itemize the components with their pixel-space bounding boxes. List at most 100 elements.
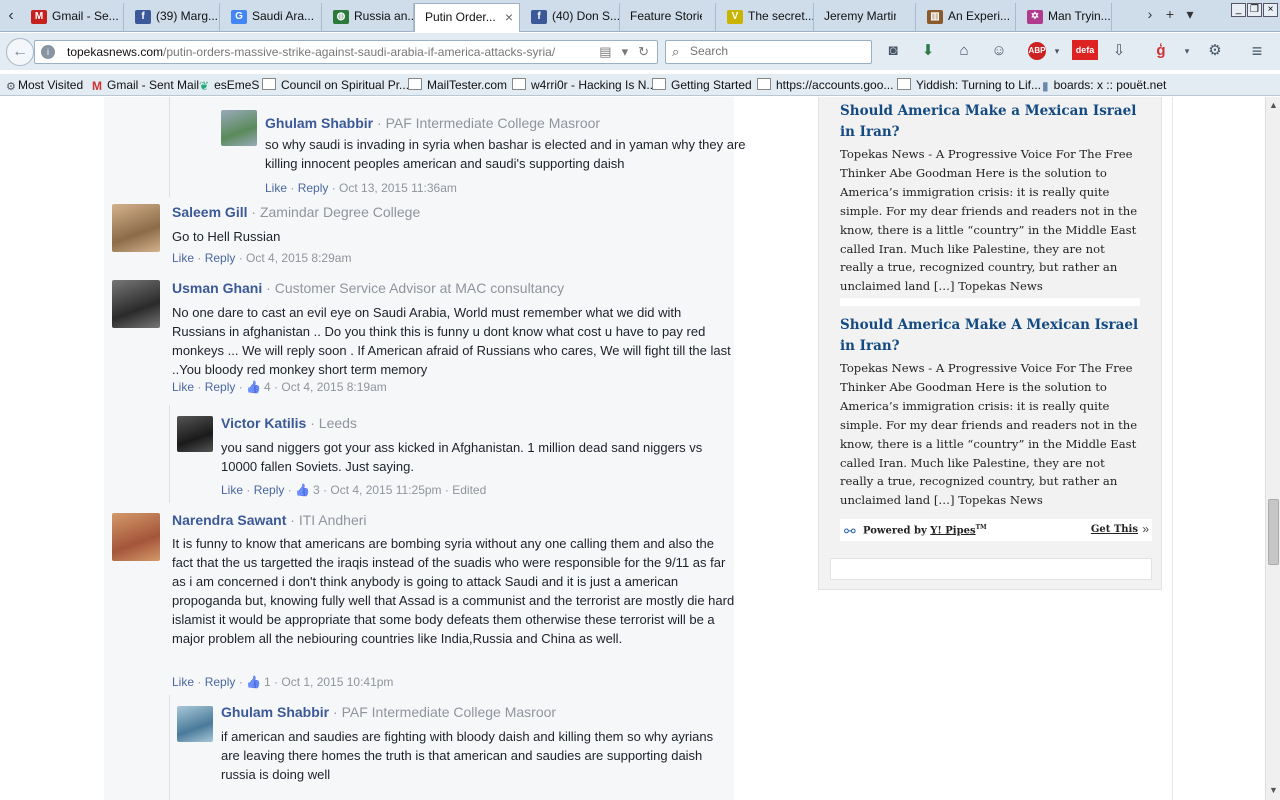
bookmark-item[interactable]: ❦ esEmeS [199,78,259,93]
tab-list-dropdown-button[interactable]: ▾ [1180,6,1200,23]
yahoo-pipes-link[interactable]: Y! Pipes [930,525,975,536]
commenter-name-link[interactable]: Victor Katilis [221,415,306,431]
bookmark-item[interactable]: ▮ boards: x :: pouët.net [1042,78,1166,93]
like-link[interactable]: Like [172,251,194,265]
menu-icon[interactable]: ≡ [1246,40,1268,62]
restore-button[interactable]: ❐ [1247,3,1262,17]
page-scrollbar[interactable]: ▲ ▼ [1265,97,1280,800]
tab-scroll-right-button[interactable]: › [1140,6,1160,22]
tab[interactable]: G Saudi Ara... [220,3,322,32]
reader-view-icon[interactable]: ▤ [599,44,611,59]
separator-dot: · [247,204,260,220]
url-dropdown-icon[interactable]: ▾ [622,44,629,59]
commenter-name-link[interactable]: Saleem Gill [172,204,247,220]
reply-link[interactable]: Reply [298,181,329,195]
avatar[interactable] [177,706,213,742]
adblock-icon[interactable]: ABP [1028,42,1046,60]
url-bar[interactable]: i topekasnews.com/putin-orders-massive-s… [34,40,658,64]
tab[interactable]: ✡ Man Tryin... [1016,3,1112,32]
minimize-button[interactable]: _ [1231,3,1246,17]
comment-header: Ghulam Shabbir · PAF Intermediate Colleg… [265,115,600,131]
commenter-affiliation-link[interactable]: Zamindar Degree College [260,204,420,220]
tab[interactable]: ◍ Russia an... [322,3,414,32]
tab-close-icon[interactable]: × [505,4,513,31]
commenter-affiliation-link[interactable]: PAF Intermediate College Masroor [386,115,601,131]
bookmark-item[interactable]: https://accounts.goo... [757,78,893,92]
powered-by-text: Powered by Y! PipesTM [863,524,987,536]
commenter-name-link[interactable]: Ghulam Shabbir [221,704,329,720]
pocket-icon[interactable]: ◙ [882,40,904,62]
bookmark-item[interactable]: Council on Spiritual Pr... [262,78,409,92]
bookmark-item[interactable]: w4rri0r - Hacking Is N... [512,78,656,92]
tab[interactable]: ▥ An Experi... [916,3,1016,32]
scroll-thumb[interactable] [1268,499,1279,565]
avatar[interactable] [221,110,257,146]
close-window-button[interactable]: × [1263,3,1278,17]
g-addon-icon[interactable]: ģ [1150,40,1172,62]
url-text[interactable]: topekasnews.com/putin-orders-massive-str… [67,45,555,59]
like-link[interactable]: Like [172,380,194,394]
commenter-affiliation-link[interactable]: PAF Intermediate College Masroor [342,704,557,720]
tab[interactable]: f (39) Marg... [124,3,220,32]
tab-scroll-left-button[interactable]: ‹ [2,6,20,26]
avatar[interactable] [112,204,160,252]
search-bar[interactable]: ⌕ [665,40,872,64]
chat-icon[interactable]: ☺ [988,40,1010,62]
bookmark-item[interactable]: ⚙ Most Visited [6,78,83,93]
new-tab-button[interactable]: + [1160,6,1180,22]
reply-link[interactable]: Reply [205,380,236,394]
tab[interactable]: V The secret... [716,3,814,32]
back-button[interactable]: ← [6,38,34,66]
tab[interactable]: f (40) Don S... [520,3,620,32]
comment-timestamp-link[interactable]: Oct 4, 2015 11:25pm [330,483,441,497]
like-link[interactable]: Like [221,483,243,497]
reply-link[interactable]: Reply [254,483,285,497]
bookmark-label: MailTester.com [427,78,508,92]
adblock-dropdown-icon[interactable]: ▾ [1046,40,1068,62]
bookmark-item[interactable]: M Gmail - Sent Mail [92,78,199,93]
extension-icon[interactable]: ⚙ [1204,40,1226,62]
tab[interactable]: Feature Stories [620,3,716,32]
bookmark-item[interactable]: MailTester.com [408,78,507,92]
reply-link[interactable]: Reply [205,675,236,689]
feed-item-title[interactable]: Should America Make A Mexican Israel in … [840,315,1140,357]
tab-strip: ‹ M Gmail - Se... f (39) Marg... G Saudi Ara.… [0,0,1280,32]
trademark-mark: TM [975,524,987,531]
scroll-up-icon[interactable]: ▲ [1268,100,1279,111]
avatar[interactable] [177,416,213,452]
commenter-name-link[interactable]: Ghulam Shabbir [265,115,373,131]
page-viewport: Ghulam Shabbir · PAF Intermediate Colleg… [0,97,1265,800]
like-link[interactable]: Like [265,181,287,195]
avatar[interactable] [112,513,160,561]
tab-active[interactable]: Putin Order... × [414,3,520,32]
reply-link[interactable]: Reply [205,251,236,265]
home-icon[interactable]: ⌂ [953,40,975,62]
download-status-icon[interactable]: ⬇ [917,40,939,62]
search-input[interactable] [690,44,860,58]
commenter-name-link[interactable]: Usman Ghani [172,280,262,296]
tab[interactable]: Jeremy Martin [814,3,916,32]
book-icon: ▥ [927,10,943,24]
defa-icon[interactable]: defa [1072,40,1098,60]
comment-timestamp-link[interactable]: Oct 13, 2015 11:36am [339,181,457,195]
commenter-affiliation-link[interactable]: Leeds [319,415,357,431]
scroll-down-icon[interactable]: ▼ [1268,785,1279,796]
commenter-affiliation-link[interactable]: Customer Service Advisor at MAC consulta… [275,280,564,296]
bookmark-item[interactable]: Getting Started [652,78,752,92]
like-link[interactable]: Like [172,675,194,689]
feed-item-title[interactable]: Should America Make a Mexican Israel in … [840,101,1140,143]
comment-text: No one dare to cast an evil eye on Saudi… [172,305,731,377]
comment-timestamp-link[interactable]: Oct 1, 2015 10:41pm [281,675,393,689]
comment-timestamp-link[interactable]: Oct 4, 2015 8:19am [281,380,386,394]
bookmark-item[interactable]: Yiddish: Turning to Lif... [897,78,1041,92]
download-icon[interactable]: ⇩ [1108,40,1130,62]
site-identity-icon[interactable]: i [41,45,55,59]
reload-icon[interactable]: ↻ [638,44,649,59]
commenter-affiliation-link[interactable]: ITI Andheri [299,512,367,528]
comment-timestamp-link[interactable]: Oct 4, 2015 8:29am [246,251,351,265]
tab[interactable]: M Gmail - Se... [20,3,124,32]
avatar[interactable] [112,280,160,328]
get-this-link[interactable]: Get This [1091,524,1138,535]
g-addon-dropdown-icon[interactable]: ▾ [1176,40,1198,62]
commenter-name-link[interactable]: Narendra Sawant [172,512,286,528]
